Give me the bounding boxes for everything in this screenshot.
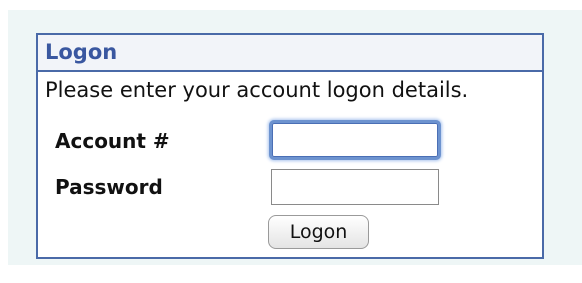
panel-title: Logon [45, 40, 118, 64]
password-input[interactable] [271, 169, 439, 205]
account-input[interactable] [269, 120, 441, 160]
logon-panel: Logon Please enter your account logon de… [36, 33, 544, 259]
panel-header: Logon [38, 35, 542, 72]
account-label: Account # [55, 129, 170, 153]
password-label: Password [55, 175, 163, 199]
logon-instructions: Please enter your account logon details. [45, 78, 469, 102]
logon-button[interactable]: Logon [268, 215, 369, 249]
